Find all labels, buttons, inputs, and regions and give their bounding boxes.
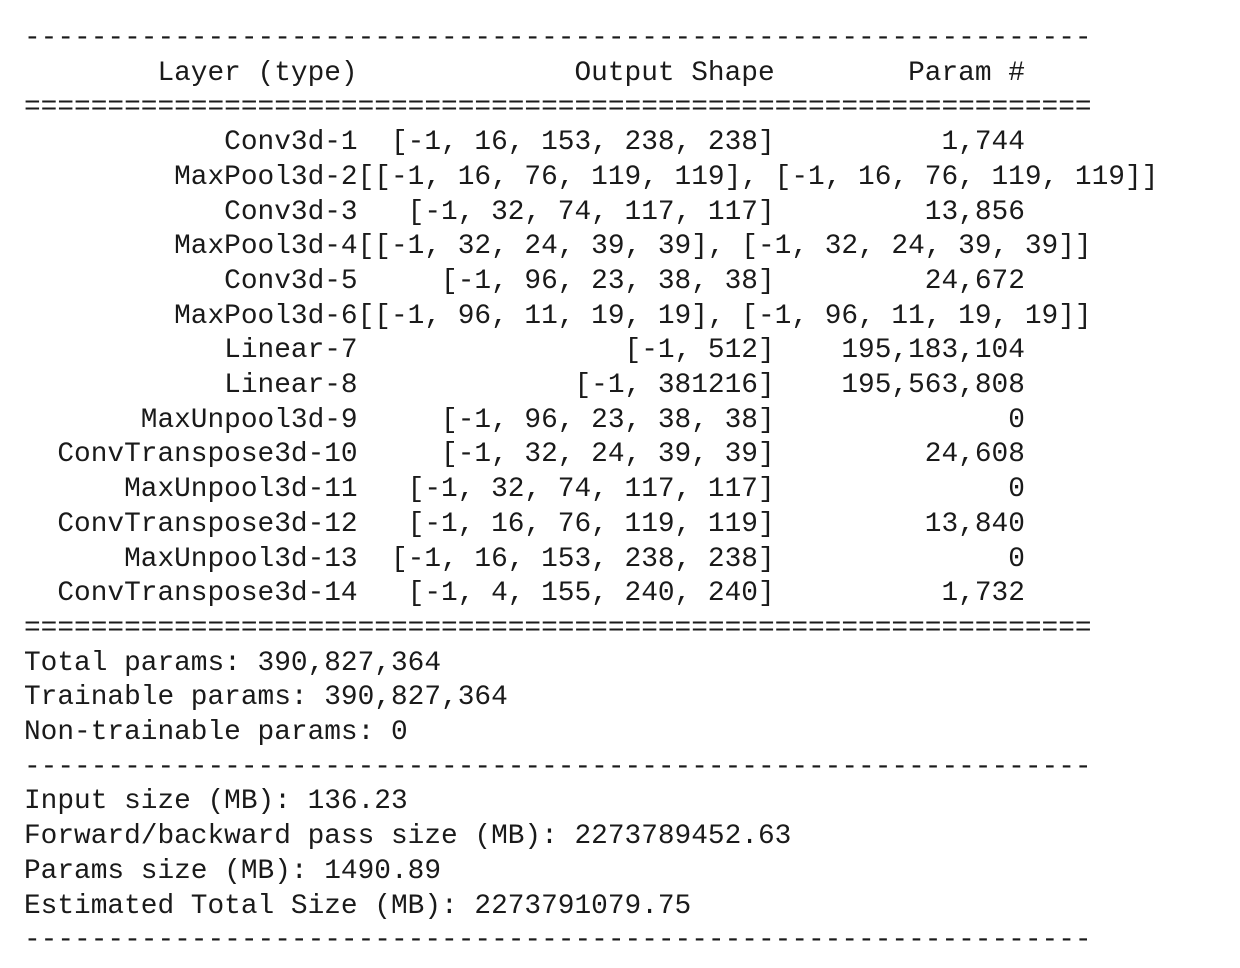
layer-output-shape: [-1, 512]: [357, 335, 775, 367]
model-summary-text: ----------------------------------------…: [24, 22, 1240, 959]
estimated-total-size: Estimated Total Size (MB): 2273791079.75: [24, 890, 692, 922]
layer-row: MaxPool3d-4[[-1, 32, 24, 39, 39], [-1, 3…: [24, 231, 1240, 262]
layer-param-count: [1092, 231, 1240, 262]
layer-name: MaxUnpool3d-11: [24, 474, 358, 506]
layer-name: ConvTranspose3d-12: [24, 508, 358, 540]
layer-row: MaxUnpool3d-13 [-1, 16, 153, 238, 238] 0: [24, 544, 1025, 575]
total-params: Total params: 390,827,364: [24, 647, 442, 679]
layer-row: MaxPool3d-6[[-1, 96, 11, 19, 19], [-1, 9…: [24, 301, 1240, 332]
layer-param-count: 195,183,104: [774, 335, 1025, 367]
separator-top: ----------------------------------------…: [24, 23, 1092, 54]
layer-param-count: 24,672: [774, 265, 1025, 297]
layer-output-shape: [[-1, 16, 76, 119, 119], [-1, 16, 76, 11…: [357, 161, 1159, 193]
layer-output-shape: [-1, 32, 24, 39, 39]: [357, 439, 775, 471]
layer-row: Conv3d-1 [-1, 16, 153, 238, 238] 1,744: [24, 127, 1025, 158]
layer-param-count: [1158, 162, 1240, 193]
layer-name: MaxUnpool3d-13: [24, 543, 358, 575]
layer-param-count: 13,856: [774, 196, 1025, 228]
layer-output-shape: [-1, 381216]: [357, 370, 775, 402]
separator-bottom: ----------------------------------------…: [24, 925, 1092, 957]
layer-name: MaxUnpool3d-9: [24, 404, 358, 436]
layer-name: ConvTranspose3d-10: [24, 439, 358, 471]
layer-param-count: 0: [774, 474, 1025, 506]
layer-output-shape: [-1, 32, 74, 117, 117]: [357, 196, 775, 228]
layer-row: MaxPool3d-2[[-1, 16, 76, 119, 119], [-1,…: [24, 162, 1240, 193]
layer-name: MaxPool3d-6: [24, 300, 358, 332]
layer-output-shape: [-1, 4, 155, 240, 240]: [357, 578, 775, 610]
layer-row: ConvTranspose3d-14 [-1, 4, 155, 240, 240…: [24, 578, 1025, 609]
layer-output-shape: [-1, 16, 153, 238, 238]: [357, 543, 775, 575]
header-layer-type: Layer (type): [24, 57, 358, 89]
layer-row: Conv3d-5 [-1, 96, 23, 38, 38] 24,672: [24, 266, 1025, 297]
layer-name: Linear-7: [24, 335, 358, 367]
layer-name: MaxPool3d-2: [24, 161, 358, 193]
header-param-count: Param #: [774, 57, 1025, 89]
layer-name: MaxPool3d-4: [24, 231, 358, 263]
layer-name: ConvTranspose3d-14: [24, 578, 358, 610]
non-trainable-params: Non-trainable params: 0: [24, 717, 408, 749]
layer-name: Conv3d-1: [24, 127, 358, 159]
header-row: Layer (type) Output Shape Param #: [24, 57, 1025, 89]
layer-output-shape: [-1, 16, 153, 238, 238]: [357, 127, 775, 159]
layer-param-count: 1,744: [774, 127, 1025, 159]
separator-layers-end: ========================================…: [24, 612, 1092, 644]
params-size: Params size (MB): 1490.89: [24, 855, 442, 887]
layer-row: Linear-8 [-1, 381216] 195,563,808: [24, 370, 1025, 401]
layer-output-shape: [-1, 96, 23, 38, 38]: [357, 404, 775, 436]
layer-name: Conv3d-5: [24, 265, 358, 297]
layer-output-shape: [[-1, 32, 24, 39, 39], [-1, 32, 24, 39, …: [357, 231, 1092, 263]
layer-param-count: 24,608: [774, 439, 1025, 471]
layer-param-count: [1092, 301, 1240, 332]
layer-row: MaxUnpool3d-9 [-1, 96, 23, 38, 38] 0: [24, 405, 1025, 436]
layer-row: ConvTranspose3d-12 [-1, 16, 76, 119, 119…: [24, 509, 1025, 540]
forward-backward-size: Forward/backward pass size (MB): 2273789…: [24, 821, 792, 853]
layer-row: MaxUnpool3d-11 [-1, 32, 74, 117, 117] 0: [24, 474, 1025, 505]
header-output-shape: Output Shape: [357, 57, 775, 89]
layer-name: Conv3d-3: [24, 196, 358, 228]
separator-header: ========================================…: [24, 92, 1092, 124]
layer-row: Conv3d-3 [-1, 32, 74, 117, 117] 13,856: [24, 197, 1025, 228]
separator-totals-end: ----------------------------------------…: [24, 751, 1092, 783]
model-summary-output: ----------------------------------------…: [0, 0, 1240, 968]
layer-param-count: 0: [774, 404, 1025, 436]
layer-output-shape: [[-1, 96, 11, 19, 19], [-1, 96, 11, 19, …: [357, 300, 1092, 332]
trainable-params: Trainable params: 390,827,364: [24, 682, 508, 714]
layer-row: Linear-7 [-1, 512] 195,183,104: [24, 335, 1025, 366]
layer-output-shape: [-1, 32, 74, 117, 117]: [357, 474, 775, 506]
layer-output-shape: [-1, 16, 76, 119, 119]: [357, 508, 775, 540]
layer-param-count: 1,732: [774, 578, 1025, 610]
layer-param-count: 195,563,808: [774, 370, 1025, 402]
layer-name: Linear-8: [24, 370, 358, 402]
layer-param-count: 0: [774, 543, 1025, 575]
layer-param-count: 13,840: [774, 508, 1025, 540]
input-size: Input size (MB): 136.23: [24, 786, 408, 818]
layer-row: ConvTranspose3d-10 [-1, 32, 24, 39, 39] …: [24, 439, 1025, 470]
layer-output-shape: [-1, 96, 23, 38, 38]: [357, 265, 775, 297]
